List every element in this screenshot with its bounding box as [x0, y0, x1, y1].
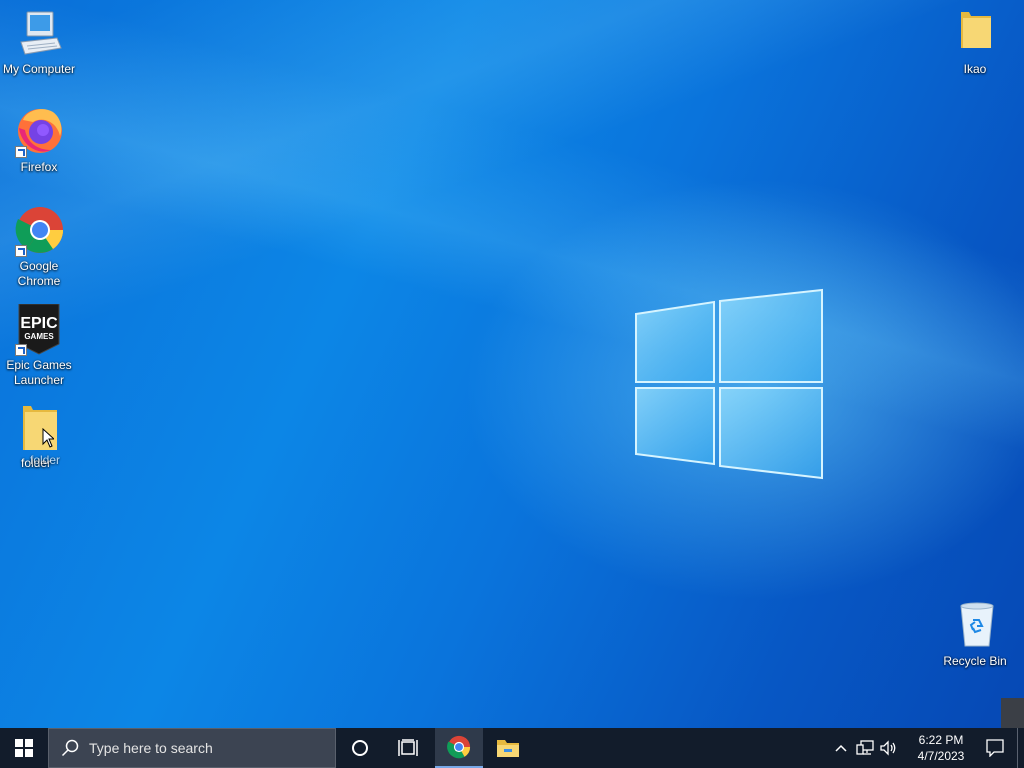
- chrome-icon: [13, 205, 65, 257]
- task-view-icon: [398, 739, 418, 756]
- desktop-icon-label: Firefox: [20, 160, 58, 174]
- wallpaper-light-beam: [0, 0, 1024, 728]
- desktop[interactable]: My Computer Firefox Google Chrome EPIC G…: [0, 0, 1024, 728]
- desktop-icon-recycle-bin[interactable]: Recycle Bin: [936, 600, 1014, 669]
- computer-icon: [13, 8, 65, 60]
- taskbar: Type here to search 6:22 PM 4/7/2023: [0, 728, 1024, 768]
- folder-icon: [13, 402, 65, 454]
- clock-date: 4/7/2023: [917, 749, 965, 763]
- shortcut-arrow-icon: [15, 245, 27, 257]
- search-input[interactable]: Type here to search: [48, 728, 336, 768]
- cortana-button[interactable]: [336, 728, 384, 768]
- task-view-button[interactable]: [384, 728, 432, 768]
- svg-text:EPIC: EPIC: [20, 315, 58, 332]
- desktop-icon-label: Ikao: [963, 62, 987, 76]
- mouse-cursor-icon: [42, 428, 54, 448]
- start-button[interactable]: [0, 728, 48, 768]
- desktop-icon-label: folder folder: [20, 453, 61, 470]
- notification-icon: [986, 739, 1004, 757]
- overlapping-label: folder: [30, 453, 61, 467]
- taskbar-file-explorer-button[interactable]: [484, 728, 532, 768]
- wallpaper-light-beam: [0, 0, 1024, 728]
- shortcut-arrow-icon: [15, 344, 27, 356]
- network-button[interactable]: [853, 728, 877, 768]
- file-explorer-icon: [497, 740, 519, 757]
- firefox-icon: [13, 106, 65, 158]
- svg-text:GAMES: GAMES: [24, 332, 54, 341]
- chrome-icon: [447, 735, 471, 759]
- search-icon: [61, 739, 79, 757]
- speaker-icon: [880, 740, 896, 756]
- epic-games-icon: EPIC GAMES: [13, 303, 65, 356]
- volume-button[interactable]: [877, 728, 901, 768]
- desktop-icon-label: My Computer: [2, 62, 76, 76]
- desktop-icon-firefox[interactable]: Firefox: [0, 106, 78, 175]
- clock-time: 6:22 PM: [918, 733, 964, 747]
- desktop-icon-folder[interactable]: folder folder: [0, 402, 78, 471]
- windows-logo-icon: [15, 739, 33, 757]
- desktop-icon-label: Google Chrome: [17, 259, 61, 288]
- windows-wallpaper-logo: [635, 288, 823, 480]
- desktop-icon-label: Recycle Bin: [943, 654, 1007, 668]
- folder-icon: [949, 8, 1001, 60]
- desktop-icon-label: Epic Games Launcher: [6, 358, 72, 387]
- show-hidden-icons-button[interactable]: [829, 728, 853, 768]
- side-panel-tab[interactable]: [1001, 698, 1024, 728]
- desktop-icon-google-chrome[interactable]: Google Chrome: [0, 205, 78, 289]
- action-center-button[interactable]: [973, 728, 1017, 768]
- network-icon: [856, 740, 874, 755]
- recycle-bin-icon: [949, 600, 1001, 652]
- show-desktop-button[interactable]: [1017, 728, 1024, 768]
- cortana-circle-icon: [352, 740, 368, 756]
- desktop-icon-my-computer[interactable]: My Computer: [0, 8, 78, 77]
- search-placeholder: Type here to search: [89, 740, 213, 756]
- system-tray: 6:22 PM 4/7/2023: [829, 728, 1024, 768]
- chevron-up-icon: [835, 744, 847, 752]
- taskbar-chrome-button[interactable]: [435, 728, 483, 768]
- desktop-icon-epic-games-launcher[interactable]: EPIC GAMES Epic Games Launcher: [0, 303, 78, 388]
- desktop-icon-ikao[interactable]: Ikao: [936, 8, 1014, 77]
- shortcut-arrow-icon: [15, 146, 27, 158]
- clock[interactable]: 6:22 PM 4/7/2023: [909, 728, 973, 768]
